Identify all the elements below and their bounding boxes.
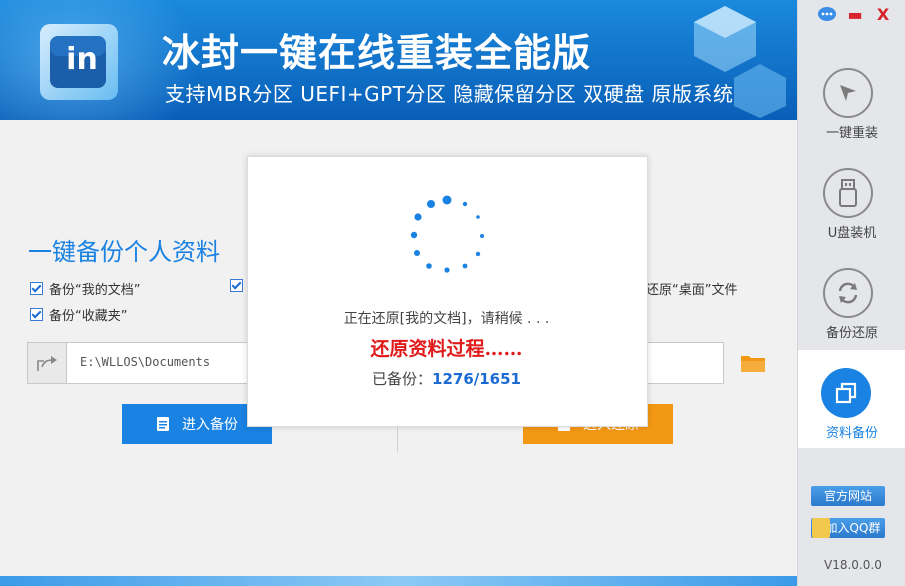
sidebar: ▬ X 一键重装 U盘装机 备份还原 资料备份 官方网站 加入QQ群 xyxy=(797,0,905,586)
checkbox-checked-icon xyxy=(230,279,243,292)
nav-item-data-backup[interactable]: 资料备份 xyxy=(798,350,905,448)
copy-icon xyxy=(821,368,871,418)
progress-text: 还原资料过程…… xyxy=(370,338,523,360)
checkbox-restore-desktop[interactable]: 还原“桌面”文件 xyxy=(646,279,737,298)
checkbox-backup-my-documents[interactable]: 备份“我的文档” xyxy=(30,279,140,298)
cursor-arrow-icon xyxy=(823,68,873,118)
share-icon xyxy=(27,342,67,384)
checkbox-label: 备份“收藏夹” xyxy=(49,309,128,324)
close-button[interactable]: X xyxy=(872,6,894,24)
folder-icon[interactable] xyxy=(740,352,766,374)
nav-item-label: 备份还原 xyxy=(825,326,878,341)
bottom-bar xyxy=(0,576,797,586)
checkbox-label: 还原“桌面”文件 xyxy=(646,283,738,298)
minimize-button[interactable]: ▬ xyxy=(844,6,866,24)
chat-icon[interactable] xyxy=(816,6,838,24)
checkbox-checked-icon xyxy=(30,308,43,321)
nav-item-backup-restore[interactable]: 备份还原 xyxy=(798,250,905,348)
checkbox-label: 备份“我的文档” xyxy=(49,283,141,298)
count-label: 已备份： xyxy=(372,370,433,388)
nav-item-usb-install[interactable]: U盘装机 xyxy=(798,150,905,248)
nav-item-one-click-reinstall[interactable]: 一键重装 xyxy=(798,50,905,148)
cube-decoration-icon xyxy=(734,64,786,118)
official-site-button[interactable]: 官方网站 xyxy=(811,486,885,506)
refresh-icon xyxy=(823,268,873,318)
logo-text: in xyxy=(66,42,98,77)
backup-count: 已备份：1276/1651 xyxy=(247,368,646,389)
usb-icon xyxy=(823,168,873,218)
enter-backup-label: 进入备份 xyxy=(182,417,238,433)
count-value: 1276/1651 xyxy=(432,370,521,388)
app-subtitle: 支持MBR分区 UEFI+GPT分区 隐藏保留分区 双硬盘 原版系统 xyxy=(165,82,734,106)
join-qq-label: 加入QQ群 xyxy=(825,521,881,535)
path-value: E:\WLLOS\Documents xyxy=(80,355,211,369)
version-label: V18.0.0.0 xyxy=(824,558,882,572)
qq-avatar-icon xyxy=(812,518,830,538)
app-title: 冰封一键在线重装全能版 xyxy=(162,31,592,75)
nav-item-label: 一键重装 xyxy=(825,126,878,141)
checkbox-backup-favorites[interactable]: 备份“收藏夹” xyxy=(30,305,127,324)
status-text: 正在还原[我的文档]，请稍候 . . . xyxy=(343,311,550,327)
section-title: 一键备份个人资料 xyxy=(28,238,220,266)
loading-spinner-icon xyxy=(410,195,484,273)
document-icon xyxy=(157,417,169,431)
nav-item-label: U盘装机 xyxy=(827,226,877,241)
nav-item-label: 资料备份 xyxy=(825,426,878,441)
header-banner: in 冰封一键在线重装全能版 支持MBR分区 UEFI+GPT分区 隐藏保留分区… xyxy=(0,0,797,120)
checkbox-checked-icon xyxy=(30,282,43,295)
